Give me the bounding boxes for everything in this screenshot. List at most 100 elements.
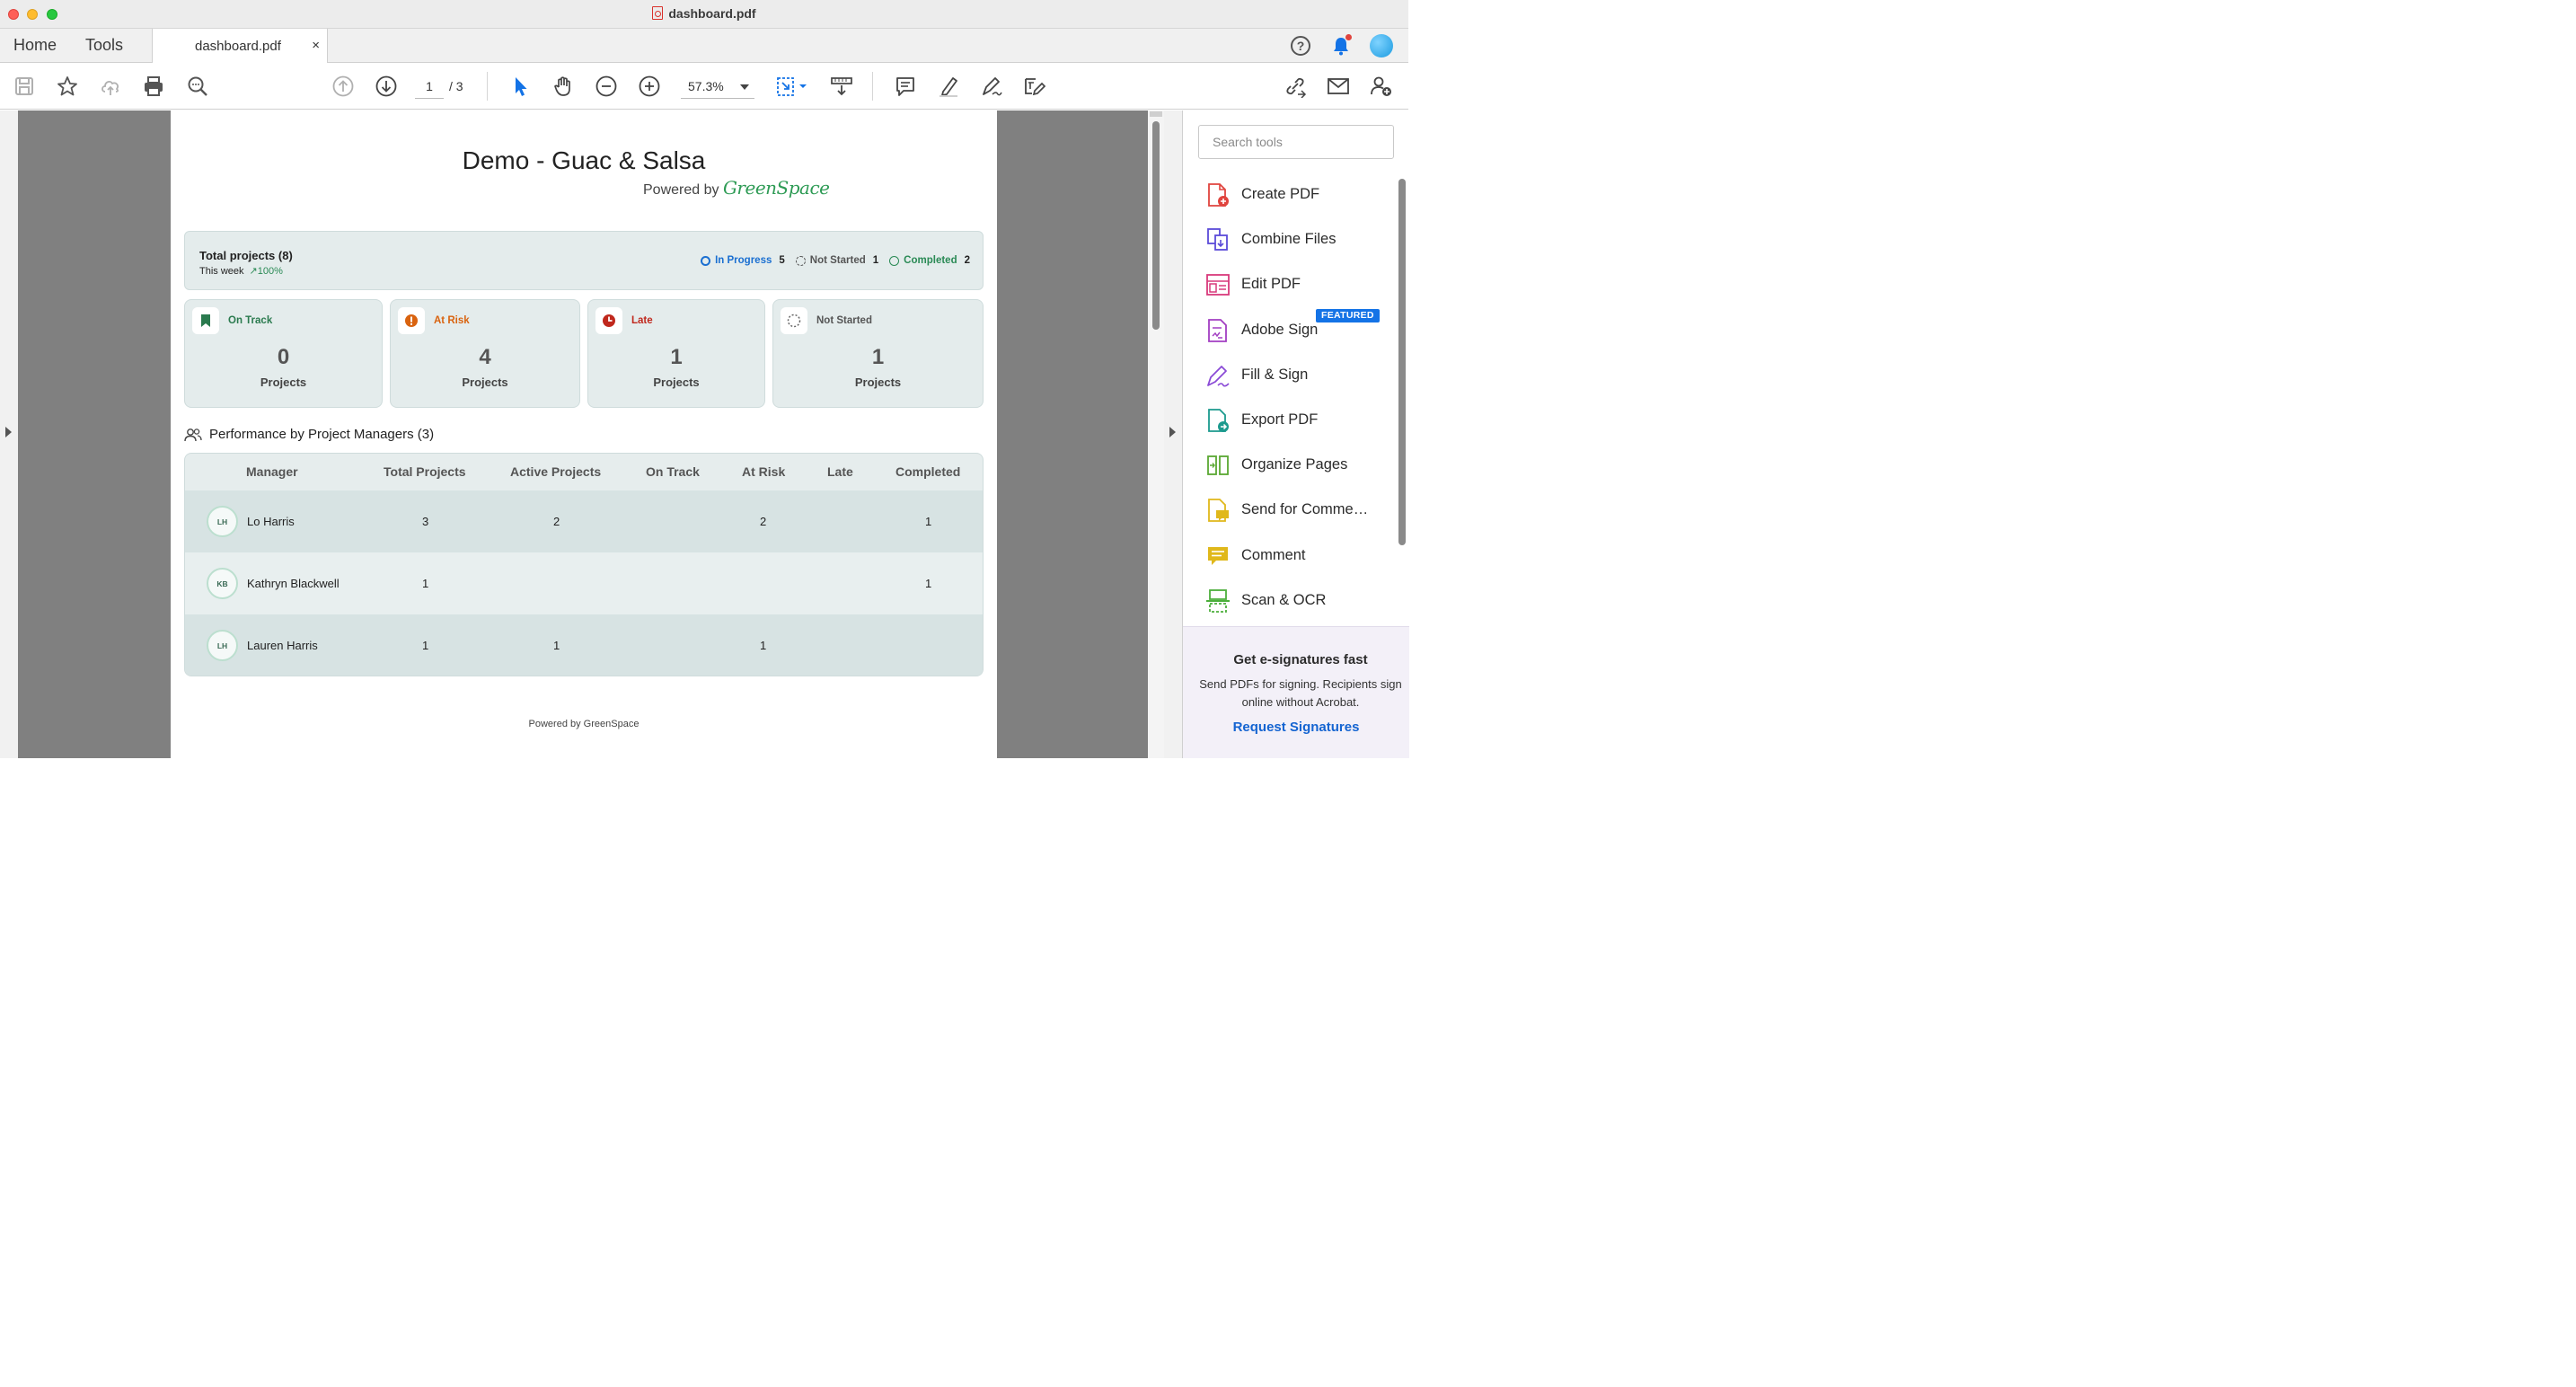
search-tools-input[interactable]: Search tools xyxy=(1198,125,1394,159)
send-for-comment-icon xyxy=(1208,499,1229,522)
column-header: Active Projects xyxy=(510,464,602,479)
hand-tool-icon[interactable] xyxy=(551,74,576,99)
total-projects-cell: 1 xyxy=(422,639,429,652)
tool-create-pdf[interactable]: Create PDF xyxy=(1204,178,1393,210)
card-label: On Track xyxy=(228,315,273,326)
add-user-icon[interactable] xyxy=(1369,74,1394,99)
zoom-level-dropdown[interactable]: 57.3% xyxy=(681,75,754,99)
manager-name: Kathryn Blackwell xyxy=(247,577,340,590)
chevron-down-icon xyxy=(740,84,749,90)
highlight-pen-icon[interactable] xyxy=(936,74,961,99)
this-week-row: This week ↗100% xyxy=(199,265,283,277)
bookmark-star-icon[interactable] xyxy=(55,74,80,99)
toolbar-divider xyxy=(487,72,488,101)
in-progress-icon xyxy=(701,255,711,266)
draw-sign-icon[interactable] xyxy=(979,74,1004,99)
window-title-text: dashboard.pdf xyxy=(668,6,756,21)
tool-edit-pdf[interactable]: Edit PDF xyxy=(1204,268,1393,300)
active-projects-cell: 2 xyxy=(553,515,560,528)
tool-fill-sign[interactable]: Fill & Sign xyxy=(1204,358,1393,391)
tools-panel: Search tools Create PDF Combine Files Ed… xyxy=(1182,110,1409,758)
on-track-card: On Track 0 Projects xyxy=(184,299,383,408)
manager-performance-table: Manager Total Projects Active Projects O… xyxy=(184,453,984,676)
tool-label: Scan & OCR xyxy=(1241,592,1327,608)
notifications-bell-icon[interactable] xyxy=(1329,34,1353,57)
tool-label: Export PDF xyxy=(1241,411,1319,428)
manager-name: Lo Harris xyxy=(247,515,295,528)
email-icon[interactable] xyxy=(1326,74,1351,99)
column-header: Total Projects xyxy=(384,464,466,479)
manager-avatar: LH xyxy=(207,630,238,661)
legend-count: 1 xyxy=(872,255,879,266)
page-total: / 3 xyxy=(449,79,463,93)
tab-document[interactable]: dashboard.pdf × xyxy=(152,29,328,64)
zoom-in-icon[interactable] xyxy=(637,74,662,99)
scrollbar-cap xyxy=(1150,111,1162,117)
share-link-icon[interactable] xyxy=(1283,74,1308,99)
document-scrollbar[interactable] xyxy=(1148,110,1164,758)
next-page-icon[interactable] xyxy=(374,74,399,99)
title-bar: dashboard.pdf xyxy=(0,0,1408,29)
powered-by-header: Powered by GreenSpace xyxy=(643,177,830,199)
right-panel-toggle[interactable] xyxy=(1164,110,1182,758)
total-projects-cell: 3 xyxy=(422,515,429,528)
tool-combine-files[interactable]: Combine Files xyxy=(1204,223,1393,255)
page-footer: Powered by GreenSpace xyxy=(528,719,640,729)
comment-icon[interactable] xyxy=(893,74,918,99)
tools-scrollbar-thumb[interactable] xyxy=(1398,179,1406,545)
table-row: LH Lauren Harris 1 1 1 xyxy=(185,614,983,676)
promo-title: Get e-signatures fast xyxy=(1233,652,1368,667)
tool-label: Organize Pages xyxy=(1241,456,1348,473)
request-signatures-link[interactable]: Request Signatures xyxy=(1183,720,1409,735)
print-icon[interactable] xyxy=(141,74,166,99)
tool-label: Fill & Sign xyxy=(1241,367,1309,383)
warning-icon xyxy=(398,307,425,334)
help-icon[interactable]: ? xyxy=(1289,34,1312,57)
tool-scan-ocr[interactable]: Scan & OCR xyxy=(1204,584,1393,616)
table-row: LH Lo Harris 3 2 2 1 xyxy=(185,490,983,552)
table-row: KB Kathryn Blackwell 1 1 xyxy=(185,552,983,614)
tab-bar: Home Tools dashboard.pdf × ? xyxy=(0,29,1408,64)
zoom-out-icon[interactable] xyxy=(594,74,619,99)
tool-comment[interactable]: Comment xyxy=(1204,539,1393,571)
tool-organize-pages[interactable]: Organize Pages xyxy=(1204,448,1393,481)
not-started-icon xyxy=(781,307,807,334)
card-unit: Projects xyxy=(462,375,508,389)
column-header: Completed xyxy=(895,464,961,479)
edit-text-icon[interactable] xyxy=(1022,74,1047,99)
legend-count: 5 xyxy=(779,255,785,266)
previous-page-icon[interactable] xyxy=(331,74,356,99)
tool-label: Send for Comme… xyxy=(1241,501,1369,517)
pdf-file-icon xyxy=(652,6,664,20)
tool-send-for-comment[interactable]: Send for Comme… xyxy=(1204,493,1393,526)
search-zoom-icon[interactable] xyxy=(185,74,210,99)
scroll-mode-icon[interactable] xyxy=(829,74,854,99)
user-avatar[interactable] xyxy=(1370,34,1393,57)
tool-export-pdf[interactable]: Export PDF xyxy=(1204,403,1393,436)
manager-name: Lauren Harris xyxy=(247,639,318,652)
at-risk-cell: 2 xyxy=(760,515,767,528)
tool-label: Create PDF xyxy=(1241,186,1320,202)
page-number-input[interactable]: 1 xyxy=(415,75,444,99)
save-icon[interactable] xyxy=(12,74,37,99)
powered-by-text: Powered by xyxy=(643,182,719,198)
active-projects-cell: 1 xyxy=(553,639,560,652)
tab-home[interactable]: Home xyxy=(13,36,57,55)
card-value: 0 xyxy=(277,345,290,369)
fit-page-icon[interactable] xyxy=(774,74,810,99)
fill-sign-icon xyxy=(1207,366,1230,387)
close-tab-icon[interactable]: × xyxy=(312,38,320,53)
expand-left-panel-icon xyxy=(5,427,12,437)
card-value: 1 xyxy=(871,345,885,369)
completed-cell: 1 xyxy=(925,577,932,590)
tool-adobe-sign[interactable]: Adobe Sign xyxy=(1204,314,1393,346)
left-panel-toggle[interactable] xyxy=(0,110,18,758)
collapse-right-panel-icon xyxy=(1169,427,1176,437)
scrollbar-thumb[interactable] xyxy=(1152,121,1160,330)
select-cursor-icon[interactable] xyxy=(507,74,533,99)
document-viewport[interactable]: Demo - Guac & Salsa Powered by GreenSpac… xyxy=(0,110,1182,758)
upload-cloud-icon[interactable] xyxy=(98,74,123,99)
tab-tools[interactable]: Tools xyxy=(85,36,123,55)
total-projects-cell: 1 xyxy=(422,577,429,590)
not-started-icon xyxy=(795,255,806,266)
